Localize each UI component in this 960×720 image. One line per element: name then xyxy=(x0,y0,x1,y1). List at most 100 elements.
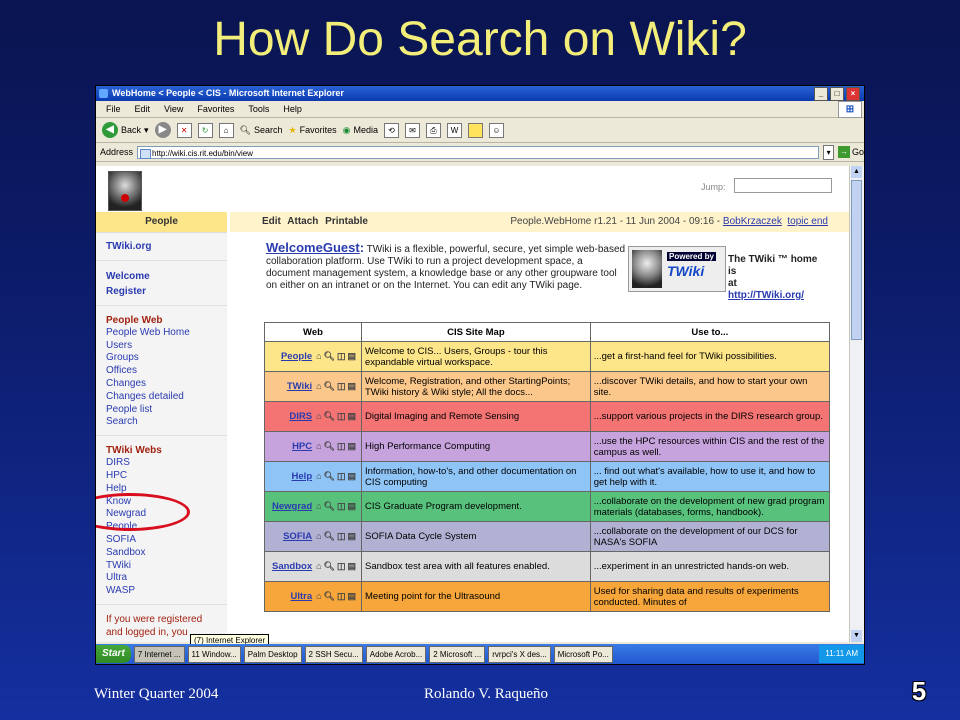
mail-button[interactable]: ✉ xyxy=(404,122,420,138)
address-input[interactable]: http://wiki.cis.rit.edu/bin/view xyxy=(137,145,820,159)
minimize-button[interactable]: _ xyxy=(814,87,828,101)
home-button[interactable]: ⌂ xyxy=(218,122,234,138)
sidebar-link-users[interactable]: Users xyxy=(106,340,217,353)
discuss-button[interactable] xyxy=(467,122,483,138)
scroll-thumb[interactable] xyxy=(851,180,862,340)
print-button[interactable]: ⎙ xyxy=(425,122,441,138)
close-button[interactable]: × xyxy=(846,87,860,101)
stop-button[interactable]: ✕ xyxy=(176,122,192,138)
forward-button[interactable]: ▶ xyxy=(154,122,171,138)
web-shortcut-icons[interactable]: ⌂🔍︎◫▤ xyxy=(316,471,358,482)
back-button[interactable]: ◀ Back ▾ xyxy=(102,122,149,138)
sidebar-link-people-web-home[interactable]: People Web Home xyxy=(106,327,217,340)
search-button[interactable]: 🔍︎ Search xyxy=(240,125,283,136)
web-shortcut-icons[interactable]: ⌂🔍︎◫▤ xyxy=(316,351,358,362)
powered-by-twiki-badge[interactable]: Powered by TWiki xyxy=(628,246,726,292)
web-link[interactable]: Newgrad xyxy=(272,501,312,512)
jump-input[interactable] xyxy=(734,178,832,193)
sidebar-link-register[interactable]: Register xyxy=(106,284,217,299)
edit-button[interactable]: W xyxy=(446,122,462,138)
toolbar: ◀ Back ▾ ▶ ✕ ↻ ⌂ 🔍︎ Search ★ Favorites ◉… xyxy=(96,118,864,143)
web-shortcut-icons[interactable]: ⌂🔍︎◫▤ xyxy=(316,531,358,542)
sidebar-web-sandbox[interactable]: Sandbox xyxy=(106,547,217,560)
web-link[interactable]: Sandbox xyxy=(272,561,312,572)
windows-logo-icon: ⊞ xyxy=(838,101,862,118)
web-link[interactable]: Ultra xyxy=(290,591,312,602)
web-shortcut-icons[interactable]: ⌂🔍︎◫▤ xyxy=(316,381,358,392)
table-row: SOFIA ⌂🔍︎◫▤ SOFIA Data Cycle System ...coll… xyxy=(264,521,831,552)
task-microsoft-word[interactable]: 2 Microsoft ... xyxy=(429,645,486,663)
web-link[interactable]: TWiki xyxy=(287,381,312,392)
twiki-webs-title: TWiki Webs xyxy=(106,445,162,457)
web-link[interactable]: Help xyxy=(292,471,313,482)
sidebar-web-wasp[interactable]: WASP xyxy=(106,585,217,598)
sidebar-web-sofia[interactable]: SOFIA xyxy=(106,534,217,547)
use-to-cell: ...collaborate on the development of new… xyxy=(589,491,831,522)
people-web-title: People Web xyxy=(106,314,163,326)
web-link[interactable]: HPC xyxy=(292,441,312,452)
menu-favorites[interactable]: Favorites xyxy=(197,101,234,117)
topic-author-link[interactable]: BobKrzaczek xyxy=(723,216,782,227)
menu-file[interactable]: File xyxy=(106,101,121,117)
scroll-up-arrow[interactable]: ▲ xyxy=(851,166,862,178)
go-button[interactable]: → Go xyxy=(837,146,864,158)
sidebar-link-groups[interactable]: Groups xyxy=(106,352,217,365)
topic-end-link[interactable]: topic end xyxy=(787,216,828,227)
topic-meta: People.WebHome r1.21 - 11 Jun 2004 - 09:… xyxy=(510,216,828,227)
task-windows-explorer[interactable]: 11 Window... xyxy=(187,645,241,663)
vertical-scrollbar[interactable]: ▲ ▼ xyxy=(849,166,864,642)
web-link[interactable]: SOFIA xyxy=(283,531,312,542)
menu-view[interactable]: View xyxy=(164,101,183,117)
table-row: Newgrad ⌂🔍︎◫▤ CIS Graduate Program develop… xyxy=(264,491,831,522)
task-adobe-acrobat[interactable]: Adobe Acrob... xyxy=(365,645,427,663)
sidebar-web-dirs[interactable]: DIRS xyxy=(106,457,217,470)
messenger-button[interactable]: ☺ xyxy=(488,122,504,138)
footer-left: Winter Quarter 2004 xyxy=(94,686,219,702)
task-palm-desktop[interactable]: Palm Desktop xyxy=(243,645,302,663)
sidebar-web-ultra[interactable]: Ultra xyxy=(106,572,217,585)
sidebar-web-twiki[interactable]: TWiki xyxy=(106,560,217,573)
welcome-guest-link[interactable]: WelcomeGuest xyxy=(266,240,360,255)
go-arrow-icon: → xyxy=(837,146,850,158)
web-link[interactable]: DIRS xyxy=(289,411,312,422)
web-shortcut-icons[interactable]: ⌂🔍︎◫▤ xyxy=(316,441,358,452)
web-shortcut-icons[interactable]: ⌂🔍︎◫▤ xyxy=(316,501,358,512)
web-link[interactable]: People xyxy=(281,351,312,362)
web-link-cell: Sandbox ⌂🔍︎◫▤ xyxy=(264,551,362,582)
task-x-desktop[interactable]: rvrpci's X des... xyxy=(488,645,551,663)
twiki-logo[interactable] xyxy=(108,171,142,211)
address-label: Address xyxy=(100,147,134,157)
history-button[interactable]: ⟲ xyxy=(383,122,399,138)
address-dropdown[interactable]: ▾ xyxy=(823,144,834,160)
favorites-button[interactable]: ★ Favorites xyxy=(289,125,337,136)
menu-tools[interactable]: Tools xyxy=(248,101,269,117)
web-shortcut-icons[interactable]: ⌂🔍︎◫▤ xyxy=(316,561,358,572)
use-to-cell: ...support various projects in the DIRS … xyxy=(589,401,831,432)
scroll-down-arrow[interactable]: ▼ xyxy=(851,630,862,642)
topic-actions[interactable]: Edit Attach Printable xyxy=(262,212,368,232)
site-map-cell: Digital Imaging and Remote Sensing xyxy=(361,401,591,432)
task-internet-explorer[interactable]: 7 Internet ... xyxy=(133,645,185,663)
sidebar-link-offices[interactable]: Offices xyxy=(106,365,217,378)
menu-edit[interactable]: Edit xyxy=(135,101,151,117)
site-map-cell: Information, how-to's, and other documen… xyxy=(361,461,591,492)
web-shortcut-icons[interactable]: ⌂🔍︎◫▤ xyxy=(316,591,358,602)
maximize-button[interactable]: □ xyxy=(830,87,844,101)
system-clock[interactable]: 11:11 AM xyxy=(819,645,864,663)
menu-help[interactable]: Help xyxy=(283,101,302,117)
sidebar-link-search[interactable]: Search xyxy=(106,416,217,429)
sidebar-link-welcome[interactable]: Welcome xyxy=(106,269,217,284)
media-button[interactable]: ◉ Media xyxy=(343,125,378,136)
task-powerpoint[interactable]: Microsoft Po... xyxy=(553,645,613,663)
sidebar-link-twiki-org[interactable]: TWiki.org xyxy=(106,241,217,254)
start-button[interactable]: Start xyxy=(96,645,131,663)
sidebar-web-hpc[interactable]: HPC xyxy=(106,470,217,483)
sidebar-link-changes[interactable]: Changes xyxy=(106,378,217,391)
web-link-cell: SOFIA ⌂🔍︎◫▤ xyxy=(264,521,362,552)
twiki-home-link[interactable]: http://TWiki.org/ xyxy=(728,290,817,302)
refresh-button[interactable]: ↻ xyxy=(197,122,213,138)
task-ssh[interactable]: 2 SSH Secu... xyxy=(304,645,363,663)
sidebar-link-changes-detailed[interactable]: Changes detailed xyxy=(106,391,217,404)
web-shortcut-icons[interactable]: ⌂🔍︎◫▤ xyxy=(316,411,358,422)
sidebar-link-people-list[interactable]: People list xyxy=(106,404,217,417)
